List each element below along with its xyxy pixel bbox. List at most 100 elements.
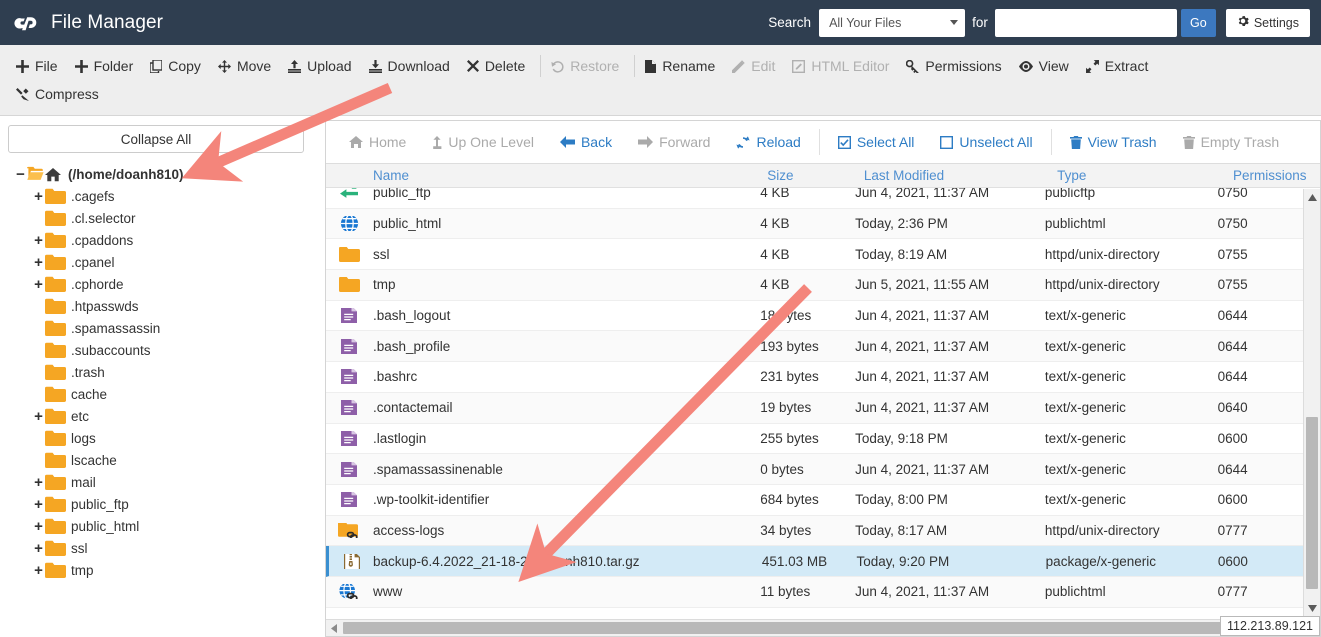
tree-item-ssl[interactable]: + ssl [0,537,312,559]
file-row[interactable]: .bash_profile 193 bytes Jun 4, 2021, 11:37… [326,331,1303,363]
column-header-last-modified[interactable]: Last Modified [864,168,1057,183]
expand-icon[interactable]: + [32,562,45,579]
tree-item-dot-spamassassin[interactable]: .spamassassin [0,317,312,339]
vertical-scrollbar-thumb[interactable] [1306,417,1318,589]
tree-item-cache[interactable]: cache [0,383,312,405]
toolbar-separator [540,55,542,77]
horizontal-scrollbar[interactable] [326,619,1305,636]
nav-select-all-button[interactable]: Select All [825,130,928,154]
scroll-left-icon[interactable] [326,623,342,633]
nav-item-label: Up One Level [448,134,534,150]
tree-item-label: etc [71,408,90,424]
toolbar-edit-button: Edit [726,53,786,79]
file-row[interactable]: backup-6.4.2022_21-18-24_doanh810.tar.gz… [326,546,1303,577]
file-type-cell: text/x-generic [1044,369,1126,385]
nav-back-button[interactable]: Back [547,130,625,154]
toolbar-upload-button[interactable]: Upload [282,53,362,79]
tree-item-public_html[interactable]: + public_html [0,515,312,537]
tree-item-tmp[interactable]: + tmp [0,559,312,581]
file-row[interactable]: .contactemail 19 bytes Jun 4, 2021, 11:37 … [326,392,1303,424]
file-row[interactable]: public_ftp 4 KB Jun 4, 2021, 11:37 AM publi… [326,188,1303,209]
nav-unselect-all-button[interactable]: Unselect All [927,130,1045,154]
file-permissions-cell: 0777 [1217,584,1248,600]
tree-item-logs[interactable]: logs [0,427,312,449]
file-row[interactable]: .wp-toolkit-identifier 684 bytes Today, 8:… [326,484,1303,516]
column-header-type[interactable]: Type [1057,168,1233,183]
file-name-cell: .bash_logout [326,308,760,324]
tree-item-dot-cl.selector[interactable]: .cl.selector [0,207,312,229]
file-icon [645,59,657,73]
folder-link-icon [338,522,360,538]
tree-item-dot-subaccounts[interactable]: .subaccounts [0,339,312,361]
expand-icon[interactable]: + [32,254,45,271]
file-row[interactable]: ssl 4 KB Today, 8:19 AM httpd/unix-director… [326,239,1303,271]
html-edit-icon [792,59,806,73]
file-row[interactable]: public_html 4 KB Today, 2:36 PM publichtml 0… [326,208,1303,240]
tree-item-homedoanh810[interactable]: − (/home/doanh810) [0,163,312,185]
undo-icon [551,60,564,73]
toolbar-copy-button[interactable]: Copy [144,53,212,79]
nav-item-label: Reload [756,134,801,150]
toolbar-delete-button[interactable]: Delete [461,53,536,79]
expand-icon[interactable]: + [32,408,45,425]
tree-item-public_ftp[interactable]: + public_ftp [0,493,312,515]
file-row[interactable]: access-logs 34 bytes Today, 8:17 AM httpd/u… [326,515,1303,547]
toolbar-view-button[interactable]: View [1013,53,1080,79]
toolbar-compress-button[interactable]: Compress [10,81,1311,107]
expand-icon[interactable]: + [32,496,45,513]
vertical-scrollbar[interactable] [1303,189,1320,636]
collapse-icon[interactable]: − [14,166,27,183]
tree-item-dot-cpaddons[interactable]: + .cpaddons [0,229,312,251]
file-modified-cell: Today, 8:17 AM [855,522,948,538]
settings-button[interactable]: Settings [1225,8,1310,37]
plus-icon [16,59,29,73]
file-row[interactable]: .bash_logout 18 bytes Jun 4, 2021, 11:37 A… [326,300,1303,332]
column-header-name[interactable]: Name [326,168,767,183]
collapse-all-button[interactable]: Collapse All [8,125,304,153]
horizontal-scrollbar-thumb[interactable] [343,622,1287,634]
toolbar-permissions-button[interactable]: Permissions [900,53,1012,79]
toolbar-move-button[interactable]: Move [212,53,282,79]
file-row[interactable]: .bashrc 231 bytes Jun 4, 2021, 11:37 AM tex… [326,362,1303,393]
scroll-down-icon[interactable] [1304,600,1320,616]
file-row[interactable]: .lastlogin 255 bytes Today, 9:18 PM text/x-… [326,423,1303,455]
search-go-button[interactable]: Go [1180,8,1216,37]
search-scope-select[interactable]: All Your Files [819,8,966,37]
nav-view-trash-button[interactable]: View Trash [1057,130,1170,154]
file-permissions-cell: 0600 [1217,430,1248,446]
expand-icon[interactable]: + [32,232,45,249]
toolbar-file-button[interactable]: File [10,53,69,79]
file-type-cell: text/x-generic [1044,338,1126,354]
tree-item-lscache[interactable]: lscache [0,449,312,471]
toolbar-rename-button[interactable]: Rename [639,53,726,79]
tree-item-dot-trash[interactable]: .trash [0,361,312,383]
tree-item-dot-cphorde[interactable]: + .cphorde [0,273,312,295]
folder-icon [45,364,66,381]
expand-icon[interactable]: + [32,276,45,293]
search-input[interactable] [994,8,1177,37]
expand-icon[interactable]: + [32,540,45,557]
file-row[interactable]: .spamassassinenable 0 bytes Jun 4, 2021, 1… [326,454,1303,485]
upload-icon [288,59,302,73]
expand-icon[interactable]: + [32,188,45,205]
file-name-cell: ssl [326,246,760,262]
scroll-up-icon[interactable] [1304,189,1320,205]
tree-item-label: .cl.selector [71,210,136,226]
tree-item-dot-cagefs[interactable]: + .cagefs [0,185,312,207]
column-header-size[interactable]: Size [767,168,864,183]
toolbar-folder-button[interactable]: Folder [69,53,145,79]
file-name: .lastlogin [373,430,427,446]
expand-icon[interactable]: + [32,474,45,491]
tree-item-etc[interactable]: + etc [0,405,312,427]
tree-item-dot-cpanel[interactable]: + .cpanel [0,251,312,273]
file-row[interactable]: www 11 bytes Jun 4, 2021, 11:37 AM publicht… [326,576,1303,608]
file-row[interactable]: tmp 4 KB Jun 5, 2021, 11:55 AM httpd/unix-d… [326,270,1303,301]
expand-icon[interactable]: + [32,518,45,535]
tree-item-mail[interactable]: + mail [0,471,312,493]
toolbar-item-label: Extract [1104,58,1149,74]
tree-item-dot-htpasswds[interactable]: .htpasswds [0,295,312,317]
toolbar-extract-button[interactable]: Extract [1080,53,1160,79]
column-header-permissions[interactable]: Permissions [1233,168,1320,183]
nav-reload-button[interactable]: Reload [723,130,813,154]
toolbar-download-button[interactable]: Download [363,53,461,79]
